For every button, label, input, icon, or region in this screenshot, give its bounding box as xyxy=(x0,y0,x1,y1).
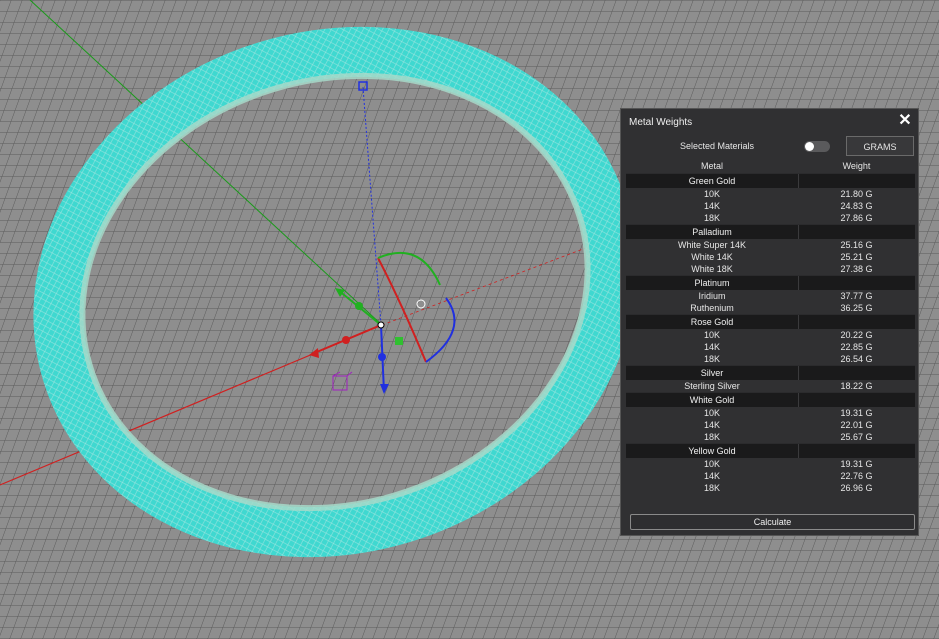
column-divider xyxy=(798,276,799,290)
metal-name: 10K xyxy=(703,459,720,469)
metal-weight: 19.31 G xyxy=(840,408,873,418)
z-scale-handle[interactable] xyxy=(378,353,386,361)
panel-title: Metal Weights xyxy=(629,117,693,128)
metal-name: 18K xyxy=(703,483,720,493)
gizmo-origin[interactable] xyxy=(377,321,385,329)
table-row: 18K 25.67 G xyxy=(626,431,915,443)
table-row: 18K 27.86 G xyxy=(626,212,915,224)
metal-name: 10K xyxy=(703,408,720,418)
column-divider xyxy=(798,315,799,329)
group-row: Green Gold xyxy=(626,173,915,188)
table-row: 14K 22.76 G xyxy=(626,470,915,482)
metal-weight: 18.22 G xyxy=(840,381,873,391)
metal-name: 10K xyxy=(703,330,720,340)
table-row: 18K 26.54 G xyxy=(626,353,915,365)
toggle-knob xyxy=(805,142,814,151)
metal-name: White Super 14K xyxy=(677,240,747,250)
selected-materials-label: Selected Materials xyxy=(680,141,755,151)
table-row: 18K 26.96 G xyxy=(626,482,915,494)
close-icon[interactable]: ✕ xyxy=(897,113,913,129)
metal-name: Sterling Silver xyxy=(684,381,740,391)
table-row: 10K 19.31 G xyxy=(626,407,915,419)
metal-weight: 21.80 G xyxy=(840,189,873,199)
column-header-weight: Weight xyxy=(842,161,871,171)
group-name: Palladium xyxy=(692,227,732,237)
table-row: 10K 21.80 G xyxy=(626,188,915,200)
panel-header: Metal Weights ✕ xyxy=(621,109,918,135)
group-name: Green Gold xyxy=(688,176,736,186)
weights-table: Green Gold 10K 21.80 G 14K 24.83 G 18K 27.86 G… xyxy=(626,173,915,494)
group-row: Platinum xyxy=(626,275,915,290)
metal-name: 14K xyxy=(703,471,720,481)
metal-weight: 19.31 G xyxy=(840,459,873,469)
metal-weights-panel: Metal Weights ✕ Selected Materials GRAMS… xyxy=(620,108,919,536)
group-row: Rose Gold xyxy=(626,314,915,329)
metal-weight: 36.25 G xyxy=(840,303,873,313)
group-row: White Gold xyxy=(626,392,915,407)
metal-weight: 24.83 G xyxy=(840,201,873,211)
metal-weight: 25.21 G xyxy=(840,252,873,262)
metal-weight: 22.01 G xyxy=(840,420,873,430)
table-row: Sterling Silver 18.22 G xyxy=(626,380,915,392)
x-scale-handle[interactable] xyxy=(342,336,350,344)
metal-weight: 20.22 G xyxy=(840,330,873,340)
table-header: Metal Weight xyxy=(626,161,915,173)
group-row: Yellow Gold xyxy=(626,443,915,458)
group-name: Rose Gold xyxy=(690,317,734,327)
metal-name: 14K xyxy=(703,201,720,211)
metal-weight: 37.77 G xyxy=(840,291,873,301)
metal-weight: 27.38 G xyxy=(840,264,873,274)
group-name: Silver xyxy=(700,368,724,378)
metal-weight: 26.54 G xyxy=(840,354,873,364)
group-row: Silver xyxy=(626,365,915,380)
table-row: 14K 24.83 G xyxy=(626,200,915,212)
metal-weight: 26.96 G xyxy=(840,483,873,493)
metal-name: 18K xyxy=(703,213,720,223)
table-row: White 18K 27.38 G xyxy=(626,263,915,275)
metal-name: 14K xyxy=(703,420,720,430)
table-row: Ruthenium 36.25 G xyxy=(626,302,915,314)
column-divider xyxy=(798,444,799,458)
column-divider xyxy=(798,225,799,239)
group-name: White Gold xyxy=(689,395,735,405)
metal-weight: 22.76 G xyxy=(840,471,873,481)
calculate-button[interactable]: Calculate xyxy=(630,514,915,530)
table-row: White 14K 25.21 G xyxy=(626,251,915,263)
table-row: 14K 22.01 G xyxy=(626,419,915,431)
group-row: Palladium xyxy=(626,224,915,239)
metal-name: 10K xyxy=(703,189,720,199)
y-scale-handle[interactable] xyxy=(355,302,363,310)
metal-name: 18K xyxy=(703,354,720,364)
metal-name: Iridium xyxy=(698,291,726,301)
metal-name: White 18K xyxy=(691,264,733,274)
selected-materials-toggle[interactable] xyxy=(804,141,830,152)
table-row: Iridium 37.77 G xyxy=(626,290,915,302)
units-button[interactable]: GRAMS xyxy=(846,136,914,156)
metal-weight: 25.16 G xyxy=(840,240,873,250)
column-header-metal: Metal xyxy=(700,161,723,171)
group-name: Yellow Gold xyxy=(688,446,736,456)
column-divider xyxy=(798,393,799,407)
metal-name: Ruthenium xyxy=(690,303,734,313)
table-row: 10K 19.31 G xyxy=(626,458,915,470)
table-row: White Super 14K 25.16 G xyxy=(626,239,915,251)
metal-name: 18K xyxy=(703,432,720,442)
group-name: Platinum xyxy=(694,278,730,288)
plane-handle-square[interactable] xyxy=(395,337,403,345)
metal-name: White 14K xyxy=(691,252,733,262)
table-row: 10K 20.22 G xyxy=(626,329,915,341)
table-row: 14K 22.85 G xyxy=(626,341,915,353)
metal-weight: 25.67 G xyxy=(840,432,873,442)
metal-weight: 27.86 G xyxy=(840,213,873,223)
column-divider xyxy=(798,174,799,188)
metal-weight: 22.85 G xyxy=(840,342,873,352)
metal-name: 14K xyxy=(703,342,720,352)
column-divider xyxy=(798,366,799,380)
